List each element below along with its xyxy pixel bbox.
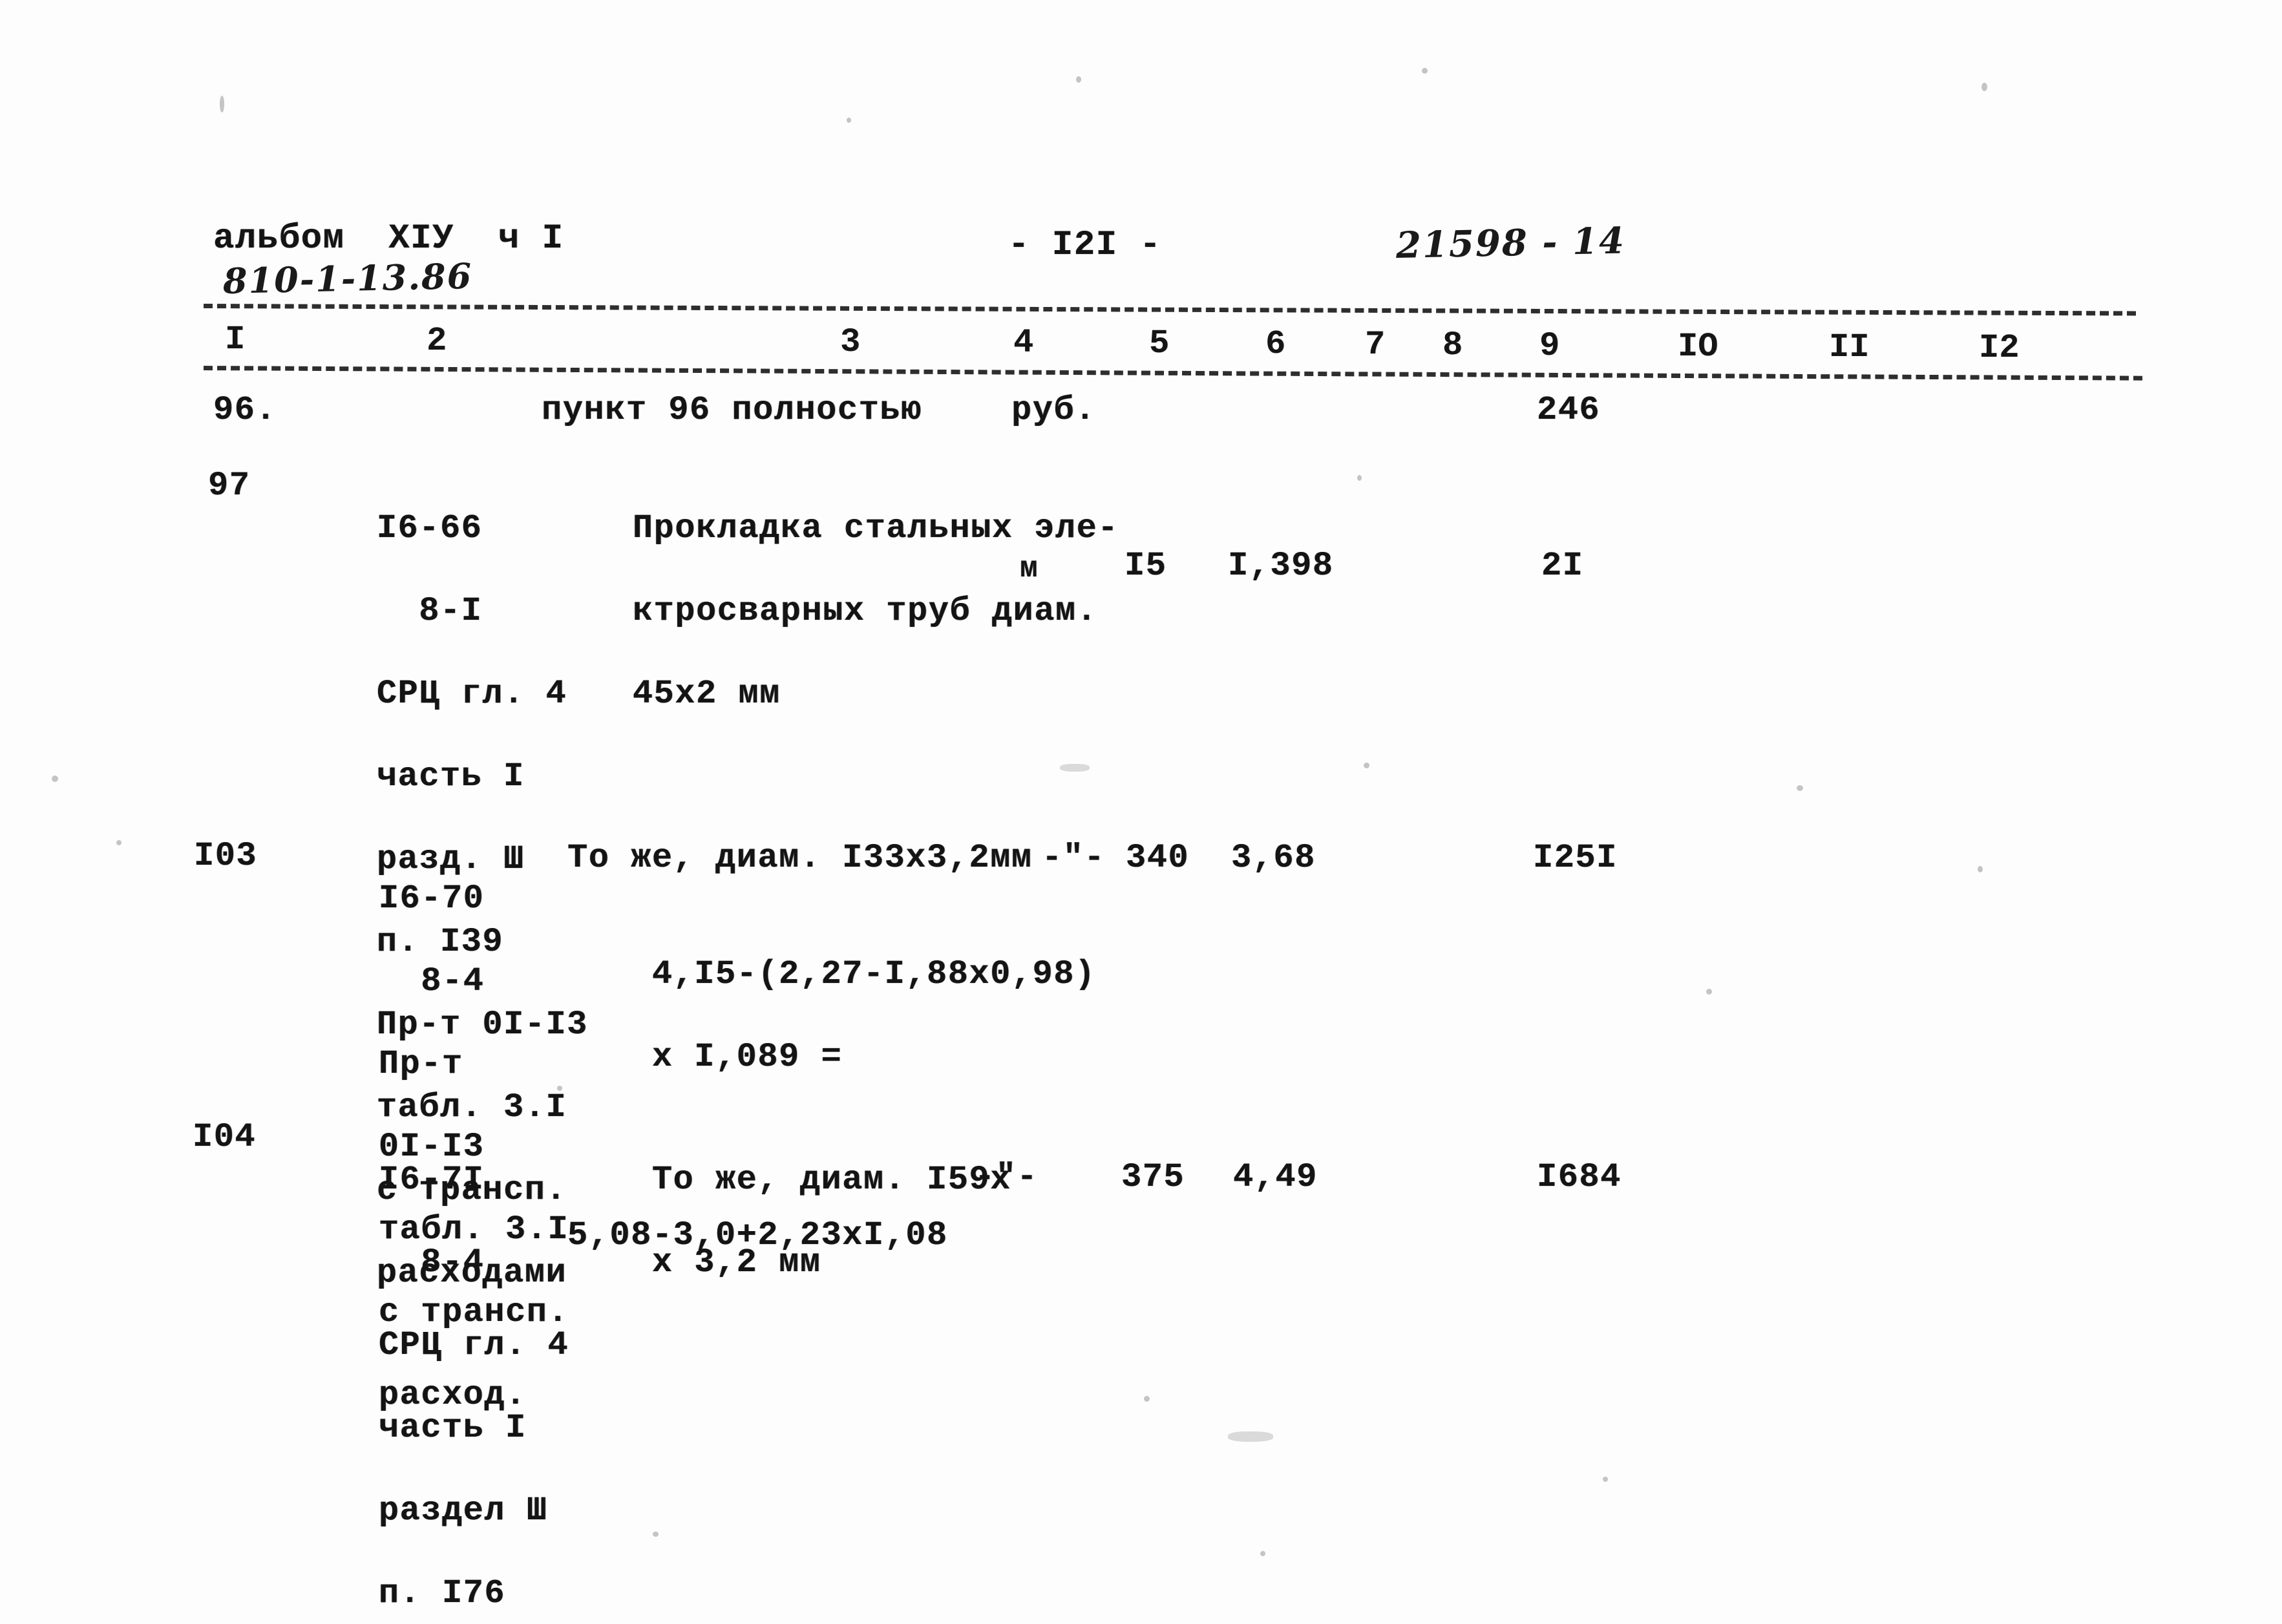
row-price: 4,49 [1233, 1158, 1318, 1196]
column-header-6: 6 [1265, 325, 1286, 363]
code-line: СРЦ гл. 4 [378, 1326, 569, 1364]
row-number: 97 [208, 467, 251, 505]
row-formula-lines: 4,I5-(2,27-I,88х0,98) х I,089 = [567, 912, 1096, 1119]
table-top-rule [203, 304, 2136, 316]
scan-speck [1981, 83, 1987, 91]
scan-speck [1978, 866, 1983, 872]
scan-speck [1076, 76, 1081, 83]
column-header-12: I2 [1979, 329, 2020, 367]
row-number: I04 [193, 1118, 257, 1156]
scan-speck [116, 840, 121, 845]
row-quantity: 375 [1121, 1158, 1185, 1196]
row-unit: -"- [975, 1158, 1039, 1196]
code-line: I6-70 [378, 880, 485, 918]
scan-speck [220, 96, 224, 112]
row-description-lines: Прокладка стальных эле- ктросварных труб… [548, 467, 1119, 756]
code-line: I6-66 [376, 509, 483, 547]
album-label: альбом XIУ ч I [213, 219, 564, 258]
column-header-1: I [225, 321, 246, 359]
column-header-3: 3 [840, 323, 861, 361]
column-header-9: 9 [1539, 327, 1560, 365]
scan-speck [1144, 1396, 1150, 1402]
description-line: Прокладка стальных эле- [632, 509, 1119, 547]
row-description: То же, диам. I33х3,2мм [567, 839, 1033, 877]
row-total: I684 [1537, 1158, 1622, 1196]
row-total: I25I [1533, 839, 1618, 877]
scan-speck [52, 775, 58, 782]
column-header-4: 4 [1013, 324, 1034, 362]
scan-speck [1603, 1477, 1608, 1482]
column-header-8: 8 [1442, 326, 1463, 364]
code-line: I6-7I [378, 1161, 485, 1199]
scan-smudge [1060, 764, 1090, 772]
scan-smudge [1228, 1431, 1273, 1442]
code-line: раздел Ш [378, 1492, 548, 1530]
scan-speck [1260, 1551, 1265, 1556]
row-quantity: 340 [1126, 839, 1190, 877]
row-total: 2I [1541, 547, 1584, 585]
row-price: 3,68 [1231, 839, 1316, 877]
album-code-handwritten: 810-1-13.86 [222, 255, 473, 302]
scan-speck [557, 1086, 562, 1091]
scan-speck [847, 118, 851, 123]
row-number: I03 [194, 837, 258, 875]
page-number: - I2I - [1008, 226, 1162, 265]
code-line: Пр-т [378, 1045, 463, 1083]
row-code-lines: I6-7I 8-4 СРЦ гл. 4 часть I раздел Ш п. … [294, 1118, 590, 1624]
document-number-handwritten: 21598 - 14 [1395, 219, 1626, 267]
code-line: 8-4 [378, 962, 485, 1000]
scanned-document-page: альбом XIУ ч I 810-1-13.86 - I2I - 21598… [0, 0, 2282, 1624]
column-header-2: 2 [427, 322, 447, 360]
scan-speck [1706, 989, 1712, 995]
row-price: I,398 [1228, 547, 1334, 585]
row-unit: -"- [1042, 839, 1106, 877]
code-line: 8-4 [378, 1243, 485, 1281]
formula-line: 4,I5-(2,27-I,88х0,98) [651, 955, 1096, 993]
table-header-bottom-rule [203, 366, 2142, 381]
row-description: пункт 96 полностью [542, 391, 922, 429]
column-header-7: 7 [1365, 326, 1386, 364]
code-line: 8-I [376, 592, 483, 630]
formula-line: х I,089 = [651, 1038, 843, 1076]
column-header-5: 5 [1149, 324, 1170, 363]
row-formula: 5,08-3,0+2,23хI,08 [567, 1216, 948, 1254]
row-quantity: I5 [1125, 547, 1167, 585]
code-line: часть I [376, 757, 525, 796]
scan-speck [1364, 763, 1369, 768]
row-unit: м [1020, 552, 1039, 585]
code-line: п. I76 [378, 1574, 506, 1612]
description-line: То же, диам. I59х [651, 1161, 1011, 1199]
description-line: 45х2 мм [632, 675, 781, 713]
column-header-11: II [1829, 328, 1870, 366]
row-unit: руб. [1011, 391, 1096, 429]
row-total: 246 [1537, 391, 1601, 429]
scan-speck [653, 1532, 659, 1537]
column-header-10: IO [1678, 328, 1718, 366]
description-line: ктросварных труб диам. [632, 592, 1098, 630]
row-number: 96. [213, 391, 277, 429]
code-line: часть I [378, 1409, 527, 1447]
scan-speck [1797, 785, 1803, 791]
scan-speck [1422, 68, 1428, 74]
code-line: СРЦ гл. 4 [376, 675, 567, 713]
scan-speck [1357, 475, 1362, 481]
